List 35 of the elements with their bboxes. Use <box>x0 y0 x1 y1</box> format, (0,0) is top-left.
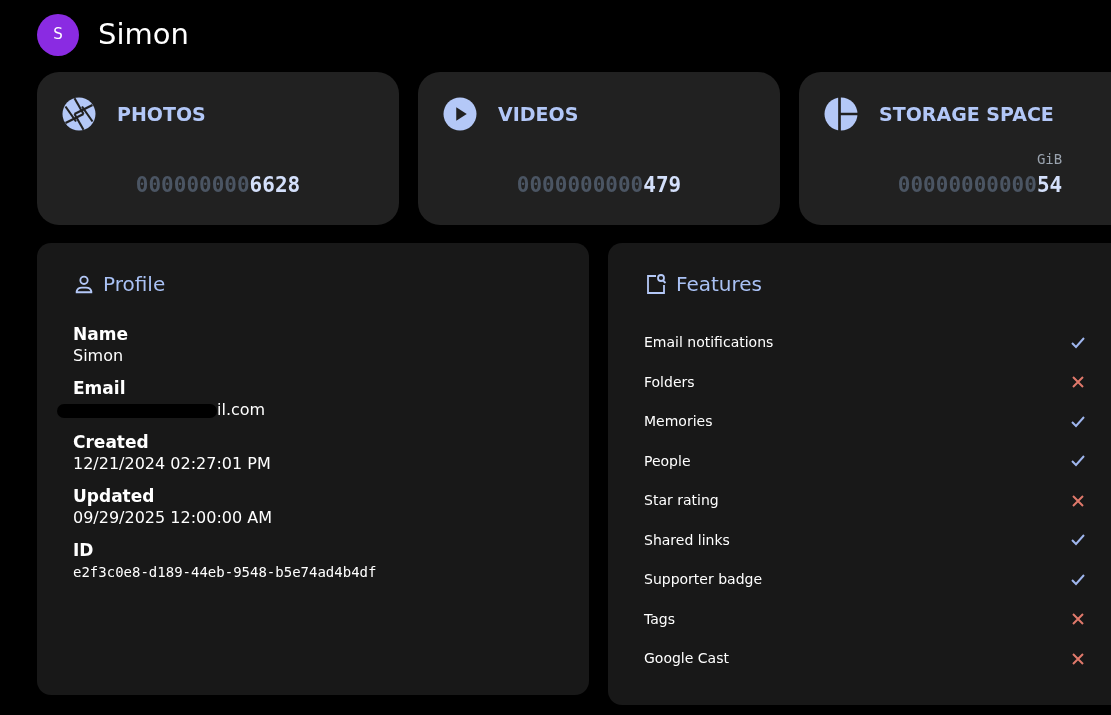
feature-label: Star rating <box>644 491 719 511</box>
shutter-icon <box>61 96 97 132</box>
feature-label: Memories <box>644 412 713 432</box>
field-value: 12/21/2024 02:27:01 PM <box>73 453 272 475</box>
field-value: Simon <box>73 345 125 367</box>
feature-label: Google Cast <box>644 649 729 669</box>
stat-value: 0000000000054 <box>897 171 1063 199</box>
feature-label: Shared links <box>644 530 730 550</box>
field-value: il.com <box>217 400 266 419</box>
stat-value: 0000000000479 <box>516 171 682 199</box>
field-label: Name <box>73 323 129 345</box>
stat-label: VIDEOS <box>498 101 579 127</box>
person-icon <box>73 273 95 295</box>
field-label: ID <box>73 539 95 561</box>
field-value: e2f3c0e8-d189-44eb-9548-b5e74ad4b4df <box>73 563 378 582</box>
feature-label: People <box>644 451 691 471</box>
field-label: Email <box>73 377 127 399</box>
feature-label: Tags <box>644 609 675 629</box>
field-label: Updated <box>73 485 156 507</box>
user-name: Simon <box>98 15 189 53</box>
field-value: 09/29/2025 12:00:00 AM <box>73 507 273 529</box>
feature-label: Supporter badge <box>644 570 762 590</box>
field-label: Created <box>73 431 150 453</box>
stat-label: STORAGE SPACE <box>879 101 1054 127</box>
stat-value: 0000000006628 <box>135 171 301 199</box>
feature-label: Email notifications <box>644 333 774 353</box>
stat-label: PHOTOS <box>117 101 206 127</box>
card-title: Features <box>676 271 762 298</box>
pie-chart-icon <box>823 96 859 132</box>
card-title: Profile <box>103 271 166 298</box>
feature-label: Folders <box>644 372 695 392</box>
feature-search-icon <box>644 272 668 296</box>
avatar: S <box>37 13 79 56</box>
play-icon <box>442 96 478 132</box>
unit-label: GiB <box>1036 149 1063 169</box>
